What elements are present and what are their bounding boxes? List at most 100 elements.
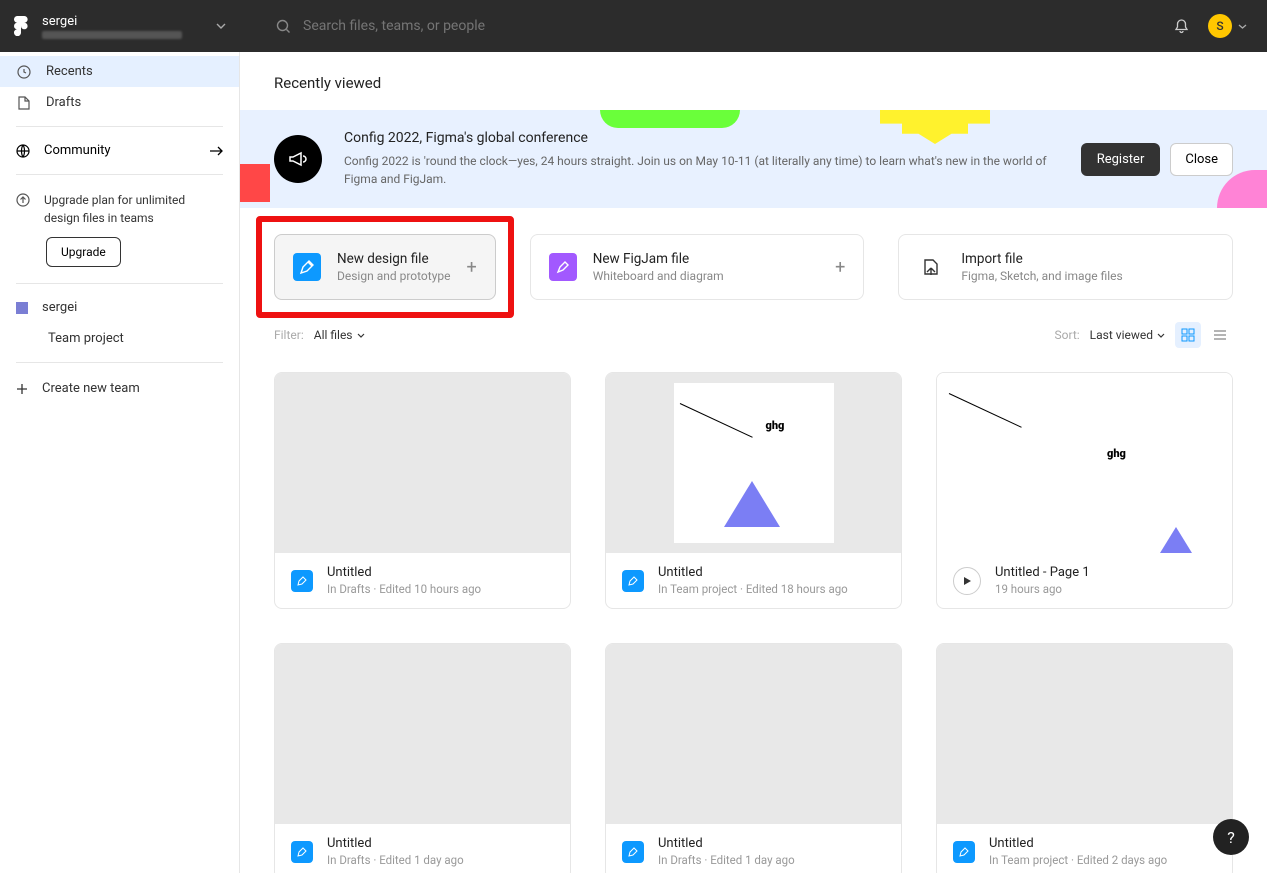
workspace-sub-redacted xyxy=(42,31,182,39)
megaphone-icon xyxy=(274,135,322,183)
figma-file-icon xyxy=(291,841,313,863)
card-title: New design file xyxy=(337,251,450,267)
file-meta: In Drafts · Edited 10 hours ago xyxy=(327,582,481,596)
card-subtitle: Figma, Sketch, and image files xyxy=(961,269,1214,283)
promo-banner: Config 2022, Figma's global conference C… xyxy=(240,110,1267,208)
filter-label: Filter: xyxy=(274,328,304,342)
grid-view-button[interactable] xyxy=(1175,322,1201,348)
globe-icon xyxy=(16,144,30,158)
list-view-button[interactable] xyxy=(1207,322,1233,348)
avatar: S xyxy=(1208,14,1232,38)
figma-file-icon xyxy=(291,570,313,592)
close-button[interactable]: Close xyxy=(1170,143,1233,176)
register-button[interactable]: Register xyxy=(1081,143,1161,176)
banner-description: Config 2022 is 'round the clock—yes, 24 … xyxy=(344,152,1081,188)
decoration xyxy=(600,110,740,128)
figma-file-icon xyxy=(622,841,644,863)
file-title: Untitled xyxy=(658,565,848,580)
help-button[interactable]: ? xyxy=(1213,819,1249,855)
create-team-label: Create new team xyxy=(42,381,140,396)
sidebar-drafts-label: Drafts xyxy=(46,95,81,110)
chevron-down-icon xyxy=(357,333,365,338)
marker-icon xyxy=(549,253,577,281)
card-title: New FigJam file xyxy=(593,251,819,267)
file-card[interactable]: Untitled In Drafts · Edited 1 day ago xyxy=(605,643,902,873)
search-input[interactable] xyxy=(303,18,703,34)
pen-icon xyxy=(293,253,321,281)
new-figjam-file-card[interactable]: New FigJam file Whiteboard and diagram + xyxy=(530,234,865,300)
card-subtitle: Whiteboard and diagram xyxy=(593,269,819,283)
clock-icon xyxy=(16,65,32,79)
upgrade-text: Upgrade plan for unlimited design files … xyxy=(44,191,223,227)
file-thumbnail xyxy=(275,644,570,824)
file-card[interactable]: Untitled In Drafts · Edited 10 hours ago xyxy=(274,372,571,609)
plus-icon: + xyxy=(835,257,845,278)
file-title: Untitled xyxy=(989,836,1167,851)
file-card[interactable]: Untitled In Drafts · Edited 1 day ago xyxy=(274,643,571,873)
account-menu[interactable]: S xyxy=(1208,14,1247,38)
file-meta: 19 hours ago xyxy=(995,582,1090,596)
page-title: Recently viewed xyxy=(240,52,1267,110)
sidebar-item-community[interactable]: Community xyxy=(0,135,239,166)
import-file-card[interactable]: Import file Figma, Sketch, and image fil… xyxy=(898,234,1233,300)
file-card[interactable]: ghg Untitled - Page 1 19 hours ago xyxy=(936,372,1233,609)
sidebar-team-project[interactable]: Team project xyxy=(0,323,239,354)
file-thumbnail: ghg xyxy=(606,373,901,553)
filter-dropdown[interactable]: All files xyxy=(314,328,365,342)
workspace-name: sergei xyxy=(42,14,182,29)
file-thumbnail xyxy=(275,373,570,553)
file-card[interactable]: ghg Untitled In Team project · Edited 18… xyxy=(605,372,902,609)
tutorial-highlight: New design file Design and prototype + xyxy=(256,216,514,318)
plus-icon: + xyxy=(466,257,476,278)
search-icon xyxy=(276,19,291,34)
decoration xyxy=(240,164,270,202)
sort-label: Sort: xyxy=(1055,328,1080,342)
topbar: sergei S xyxy=(0,0,1267,52)
plus-icon xyxy=(16,383,28,395)
grid-icon xyxy=(1181,328,1195,342)
team-color-swatch xyxy=(16,302,28,314)
main-content: Recently viewed Config 2022, Figma's glo… xyxy=(240,52,1267,873)
import-icon xyxy=(917,253,945,281)
upload-icon xyxy=(16,191,30,227)
sidebar-team[interactable]: sergei xyxy=(0,292,239,323)
sidebar: Recents Drafts Community Upgrade plan fo… xyxy=(0,52,240,873)
sort-dropdown[interactable]: Last viewed xyxy=(1090,328,1165,342)
file-title: Untitled - Page 1 xyxy=(995,565,1090,580)
new-design-file-card[interactable]: New design file Design and prototype + xyxy=(274,234,496,300)
team-name-label: sergei xyxy=(42,300,77,315)
sidebar-recents-label: Recents xyxy=(46,64,93,79)
upgrade-button[interactable]: Upgrade xyxy=(46,237,121,267)
file-title: Untitled xyxy=(658,836,795,851)
file-icon xyxy=(16,96,32,110)
card-subtitle: Design and prototype xyxy=(337,269,450,283)
file-meta: In Team project · Edited 18 hours ago xyxy=(658,582,848,596)
notifications-icon[interactable] xyxy=(1173,18,1190,35)
chevron-down-icon xyxy=(1238,24,1247,29)
sidebar-item-drafts[interactable]: Drafts xyxy=(0,87,239,118)
upgrade-block: Upgrade plan for unlimited design files … xyxy=(0,183,239,275)
file-title: Untitled xyxy=(327,836,464,851)
decoration xyxy=(1217,170,1267,208)
file-title: Untitled xyxy=(327,565,481,580)
team-project-label: Team project xyxy=(48,331,124,346)
card-title: Import file xyxy=(961,251,1214,267)
file-thumbnail: ghg xyxy=(937,373,1232,553)
file-meta: In Drafts · Edited 1 day ago xyxy=(327,853,464,867)
file-thumbnail xyxy=(606,644,901,824)
create-team-button[interactable]: Create new team xyxy=(0,371,239,406)
workspace-switcher[interactable]: sergei xyxy=(0,0,240,52)
sidebar-community-label: Community xyxy=(44,143,111,158)
figma-file-icon xyxy=(953,841,975,863)
file-meta: In Team project · Edited 2 days ago xyxy=(989,853,1167,867)
list-icon xyxy=(1213,328,1227,342)
chevron-down-icon xyxy=(1157,333,1165,338)
file-thumbnail xyxy=(937,644,1232,824)
file-card[interactable]: Untitled In Team project · Edited 2 days… xyxy=(936,643,1233,873)
banner-title: Config 2022, Figma's global conference xyxy=(344,130,1081,146)
sidebar-item-recents[interactable]: Recents xyxy=(0,56,239,87)
figma-logo-icon xyxy=(14,16,28,36)
chevron-down-icon xyxy=(216,23,226,29)
search-bar[interactable] xyxy=(240,18,1173,34)
figma-file-icon xyxy=(622,570,644,592)
